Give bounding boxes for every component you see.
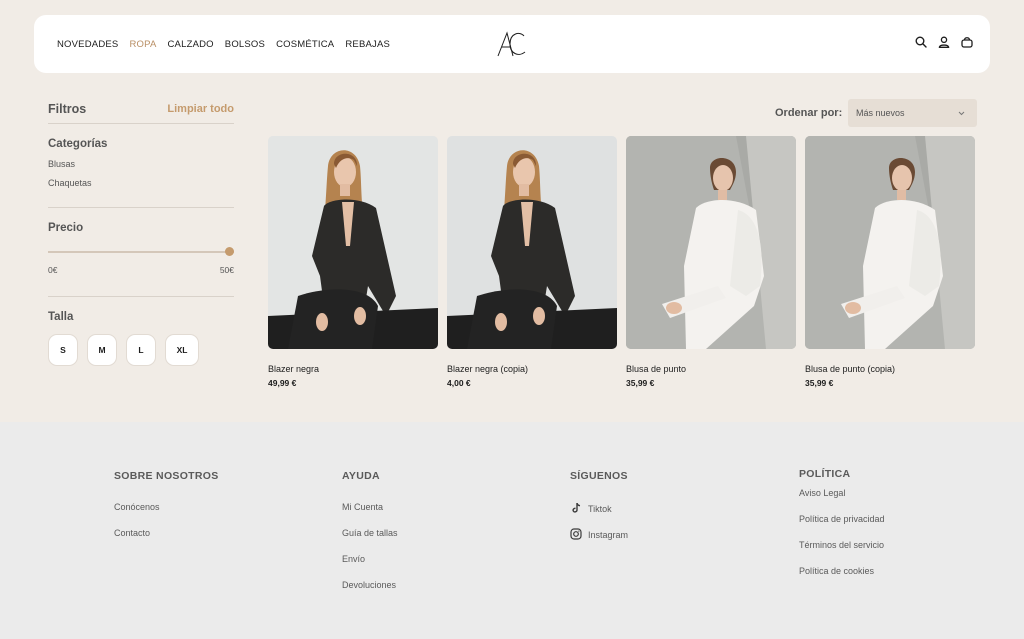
- footer-link-conocenos[interactable]: Conócenos: [114, 502, 219, 512]
- product-image-blazer[interactable]: [447, 136, 617, 349]
- price-slider-track: [48, 251, 234, 253]
- cart-icon[interactable]: [960, 35, 974, 49]
- brand-logo[interactable]: [496, 30, 528, 58]
- search-icon[interactable]: [914, 35, 928, 49]
- nav-rebajas[interactable]: REBAJAS: [345, 39, 390, 50]
- nav-bolsos[interactable]: BOLSOS: [225, 39, 265, 50]
- footer-about-heading: SOBRE NOSOTROS: [114, 470, 219, 482]
- category-blusas[interactable]: Blusas: [48, 159, 234, 169]
- site-footer: SOBRE NOSOTROS Conócenos Contacto AYUDA …: [0, 422, 1024, 639]
- product-card[interactable]: Blazer negra 49,99 €: [268, 136, 438, 388]
- footer-social-column: SÍGUENOS Tiktok Instagram: [570, 470, 628, 542]
- footer-link-guia-tallas[interactable]: Guía de tallas: [342, 528, 398, 538]
- sort-label: Ordenar por:: [775, 107, 843, 119]
- sort-dropdown[interactable]: Más nuevos: [848, 99, 977, 127]
- main-nav: NOVEDADES ROPA CALZADO BOLSOS COSMÉTICA …: [57, 39, 390, 50]
- product-card[interactable]: Blusa de punto (copia) 35,99 €: [805, 136, 975, 388]
- site-header: NOVEDADES ROPA CALZADO BOLSOS COSMÉTICA …: [34, 15, 990, 73]
- footer-link-terminos[interactable]: Términos del servicio: [799, 540, 885, 550]
- filters-panel: Filtros Limpiar todo Categorías Blusas C…: [48, 102, 234, 366]
- footer-link-tiktok-label: Tiktok: [588, 504, 612, 514]
- nav-ropa[interactable]: ROPA: [129, 39, 156, 50]
- product-name[interactable]: Blazer negra: [268, 364, 438, 374]
- product-grid: Blazer negra 49,99 € Blazer negra (copia…: [268, 136, 975, 388]
- size-s-button[interactable]: S: [48, 334, 78, 366]
- filters-title: Filtros: [48, 102, 87, 116]
- size-heading: Talla: [48, 311, 74, 323]
- price-heading: Precio: [48, 222, 84, 234]
- footer-link-instagram[interactable]: Instagram: [570, 528, 628, 542]
- price-max-label: 50€: [219, 265, 234, 275]
- product-card[interactable]: Blazer negra (copia) 4,00 €: [447, 136, 617, 388]
- price-range-labels: 0€ 50€: [48, 265, 234, 275]
- product-name[interactable]: Blusa de punto: [626, 364, 796, 374]
- footer-social-heading: SÍGUENOS: [570, 470, 628, 482]
- nav-calzado[interactable]: CALZADO: [168, 39, 214, 50]
- clear-all-link[interactable]: Limpiar todo: [167, 103, 234, 115]
- nav-novedades[interactable]: NOVEDADES: [57, 39, 118, 50]
- footer-link-instagram-label: Instagram: [588, 530, 629, 540]
- instagram-icon: [570, 528, 582, 542]
- nav-cosmetica[interactable]: COSMÉTICA: [276, 39, 334, 50]
- product-image-blouse[interactable]: [805, 136, 975, 349]
- product-name[interactable]: Blusa de punto (copia): [805, 364, 975, 374]
- footer-link-contacto[interactable]: Contacto: [114, 528, 219, 538]
- size-section: Talla S M L XL: [48, 297, 234, 366]
- footer-link-envio[interactable]: Envío: [342, 554, 398, 564]
- filters-header: Filtros Limpiar todo: [48, 102, 234, 124]
- product-name[interactable]: Blazer negra (copia): [447, 364, 617, 374]
- footer-link-cookies[interactable]: Política de cookies: [799, 566, 885, 576]
- footer-help-column: AYUDA Mi Cuenta Guía de tallas Envío Dev…: [342, 470, 398, 590]
- product-image-blouse[interactable]: [626, 136, 796, 349]
- price-slider-handle[interactable]: [225, 247, 234, 256]
- product-price: 4,00 €: [447, 378, 471, 388]
- user-icon[interactable]: [937, 35, 951, 49]
- size-m-button[interactable]: M: [87, 334, 117, 366]
- product-price: 35,99 €: [626, 378, 655, 388]
- categories-heading: Categorías: [48, 138, 108, 150]
- categories-section: Categorías Blusas Chaquetas: [48, 124, 234, 208]
- sort-selected-value: Más nuevos: [856, 108, 905, 118]
- price-section: Precio 0€ 50€: [48, 208, 234, 297]
- footer-policy-column: POLÍTICA Aviso Legal Política de privaci…: [799, 468, 885, 576]
- size-l-button[interactable]: L: [126, 334, 156, 366]
- tiktok-icon: [570, 502, 582, 516]
- header-actions: [914, 35, 974, 49]
- footer-help-heading: AYUDA: [342, 470, 380, 482]
- footer-link-privacidad[interactable]: Política de privacidad: [799, 514, 885, 524]
- category-chaquetas[interactable]: Chaquetas: [48, 178, 234, 188]
- product-price: 49,99 €: [268, 378, 297, 388]
- footer-about-column: SOBRE NOSOTROS Conócenos Contacto: [114, 470, 219, 538]
- size-xl-button[interactable]: XL: [165, 334, 199, 366]
- chevron-down-icon: [958, 108, 965, 118]
- footer-link-mi-cuenta[interactable]: Mi Cuenta: [342, 502, 398, 512]
- size-options: S M L XL: [48, 334, 234, 366]
- footer-policy-heading: POLÍTICA: [799, 468, 851, 480]
- footer-link-aviso-legal[interactable]: Aviso Legal: [799, 488, 885, 498]
- product-card[interactable]: Blusa de punto 35,99 €: [626, 136, 796, 388]
- footer-link-devoluciones[interactable]: Devoluciones: [342, 580, 398, 590]
- product-price: 35,99 €: [805, 378, 834, 388]
- price-min-label: 0€: [48, 265, 58, 275]
- footer-link-tiktok[interactable]: Tiktok: [570, 502, 628, 516]
- product-image-blazer[interactable]: [268, 136, 438, 349]
- price-slider[interactable]: [48, 247, 234, 257]
